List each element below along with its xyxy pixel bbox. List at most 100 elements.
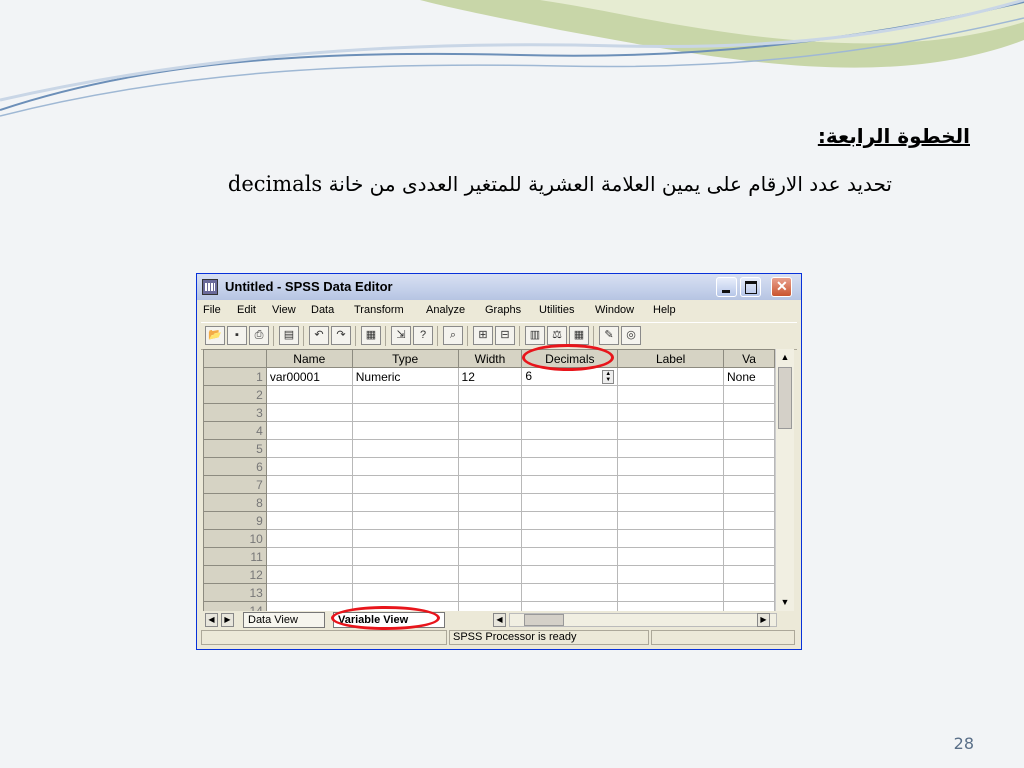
insert-variable-icon[interactable]: ⊟ — [495, 326, 515, 345]
cell[interactable] — [723, 385, 775, 404]
tab-scroll-left-icon[interactable]: ◀ — [205, 613, 218, 627]
goto-chart-icon[interactable]: ▦ — [361, 326, 381, 345]
cell[interactable] — [351, 403, 459, 422]
redo-icon[interactable]: ↷ — [331, 326, 351, 345]
cell[interactable] — [265, 601, 353, 611]
cell[interactable] — [723, 421, 775, 440]
row-number[interactable]: 1 — [203, 367, 267, 386]
cell[interactable] — [351, 583, 459, 602]
cell[interactable] — [521, 601, 619, 611]
cell[interactable] — [723, 457, 775, 476]
cell[interactable] — [457, 601, 523, 611]
cell[interactable] — [617, 439, 724, 458]
close-button[interactable] — [771, 277, 792, 297]
row-number[interactable]: 6 — [203, 457, 267, 476]
cell[interactable] — [723, 601, 775, 611]
title-bar[interactable]: Untitled - SPSS Data Editor — [197, 274, 801, 300]
cell[interactable] — [457, 511, 523, 530]
menu-transform[interactable]: Transform — [354, 304, 404, 316]
menu-file[interactable]: File — [203, 304, 221, 316]
row-number[interactable]: 11 — [203, 547, 267, 566]
menu-view[interactable]: View — [272, 304, 296, 316]
cell[interactable] — [521, 439, 619, 458]
cell-type[interactable]: Numeric — [351, 367, 459, 386]
cell[interactable] — [723, 403, 775, 422]
cell[interactable] — [617, 547, 724, 566]
value-labels-icon[interactable]: ✎ — [599, 326, 619, 345]
tab-variable-view[interactable]: Variable View — [333, 612, 445, 628]
cell[interactable] — [351, 529, 459, 548]
split-file-icon[interactable]: ▥ — [525, 326, 545, 345]
cell[interactable] — [521, 385, 619, 404]
minimize-button[interactable] — [716, 277, 737, 297]
print-icon[interactable]: ⎙ — [249, 326, 269, 345]
cell[interactable] — [265, 529, 353, 548]
cell[interactable] — [265, 403, 353, 422]
menu-window[interactable]: Window — [595, 304, 634, 316]
menu-graphs[interactable]: Graphs — [485, 304, 521, 316]
column-header-label[interactable]: Label — [617, 349, 724, 368]
cell[interactable] — [521, 421, 619, 440]
cell[interactable] — [265, 565, 353, 584]
cell[interactable] — [521, 565, 619, 584]
cell-name[interactable]: var00001 — [265, 367, 353, 386]
menu-data[interactable]: Data — [311, 304, 334, 316]
find-icon[interactable]: ⌕ — [443, 326, 463, 345]
row-number[interactable]: 7 — [203, 475, 267, 494]
cell[interactable] — [521, 583, 619, 602]
cell[interactable] — [351, 547, 459, 566]
row-number[interactable]: 3 — [203, 403, 267, 422]
hscroll-right-icon[interactable]: ▶ — [757, 613, 770, 627]
cell[interactable] — [265, 583, 353, 602]
weight-cases-icon[interactable]: ⚖ — [547, 326, 567, 345]
cell[interactable] — [457, 475, 523, 494]
row-number[interactable]: 14 — [203, 601, 267, 611]
row-number[interactable]: 13 — [203, 583, 267, 602]
column-header-decimals[interactable]: Decimals — [521, 349, 619, 368]
cell[interactable] — [617, 529, 724, 548]
row-number[interactable]: 9 — [203, 511, 267, 530]
vertical-scroll-thumb[interactable] — [778, 367, 792, 429]
cell[interactable] — [351, 457, 459, 476]
cell[interactable] — [617, 421, 724, 440]
scroll-up-icon[interactable]: ▲ — [778, 350, 792, 364]
scroll-down-icon[interactable]: ▼ — [778, 595, 792, 609]
row-number[interactable]: 5 — [203, 439, 267, 458]
cell-width[interactable]: 12 — [457, 367, 523, 386]
cell[interactable] — [265, 421, 353, 440]
cell[interactable] — [351, 493, 459, 512]
cell[interactable] — [457, 583, 523, 602]
cell[interactable] — [457, 421, 523, 440]
cell[interactable] — [265, 439, 353, 458]
maximize-button[interactable] — [740, 277, 761, 297]
cell[interactable] — [351, 511, 459, 530]
cell[interactable] — [457, 529, 523, 548]
cell[interactable] — [723, 439, 775, 458]
cell[interactable] — [617, 403, 724, 422]
column-header-name[interactable]: Name — [265, 349, 353, 368]
goto-case-icon[interactable]: ⇲ — [391, 326, 411, 345]
cell[interactable] — [617, 457, 724, 476]
cell[interactable] — [351, 565, 459, 584]
cell[interactable] — [617, 493, 724, 512]
cell[interactable] — [351, 439, 459, 458]
cell[interactable] — [521, 493, 619, 512]
row-number[interactable]: 12 — [203, 565, 267, 584]
cell[interactable] — [457, 565, 523, 584]
tab-scroll-right-icon[interactable]: ▶ — [221, 613, 234, 627]
cell-values[interactable]: None — [723, 367, 775, 386]
cell[interactable] — [723, 493, 775, 512]
horizontal-scroll-thumb[interactable] — [524, 614, 564, 626]
insert-cases-icon[interactable]: ⊞ — [473, 326, 493, 345]
vertical-scrollbar[interactable]: ▲ ▼ — [775, 349, 794, 611]
cell[interactable] — [723, 529, 775, 548]
cell[interactable] — [351, 475, 459, 494]
cell[interactable] — [723, 475, 775, 494]
cell[interactable] — [723, 565, 775, 584]
cell[interactable] — [265, 511, 353, 530]
hscroll-left-icon[interactable]: ◀ — [493, 613, 506, 627]
cell[interactable] — [521, 529, 619, 548]
cell[interactable] — [617, 385, 724, 404]
cell[interactable] — [351, 421, 459, 440]
row-number[interactable]: 2 — [203, 385, 267, 404]
